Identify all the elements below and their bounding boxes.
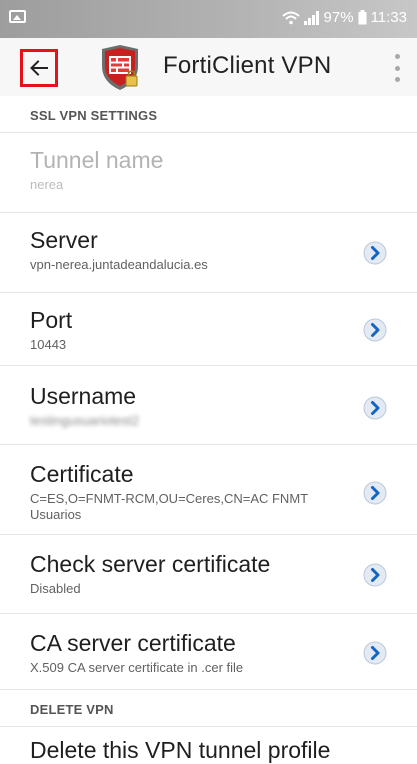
setting-check-server-certificate[interactable]: Check server certificate Disabled	[0, 535, 417, 614]
wifi-icon	[281, 11, 300, 24]
status-time: 11:33	[370, 9, 407, 26]
setting-value: X.509 CA server certificate in .cer file	[30, 660, 244, 675]
setting-value: vpn-nerea.juntadeandalucia.es	[30, 257, 208, 272]
status-bar: 97% 11:33	[0, 0, 417, 38]
setting-ca-server-certificate[interactable]: CA server certificate X.509 CA server ce…	[0, 614, 417, 690]
setting-title: Username	[30, 383, 137, 409]
setting-title: Certificate	[30, 461, 134, 487]
setting-value: testingusuariotest2	[30, 413, 140, 428]
arrow-left-icon	[30, 60, 48, 76]
chevron-right-icon	[363, 563, 387, 587]
forticlient-logo	[99, 44, 141, 92]
chevron-right-icon	[363, 641, 387, 665]
chevron-right-icon	[363, 396, 387, 420]
setting-title: Port	[30, 307, 73, 333]
app-bar: FortiClient VPN	[0, 38, 417, 96]
signal-icon	[303, 10, 319, 25]
settings-list: SSL VPN SETTINGS Tunnel name nerea Serve…	[0, 96, 417, 764]
app-title: FortiClient VPN	[163, 52, 332, 79]
setting-value: C=ES,O=FNMT-RCM,OU=Ceres,CN=AC FNMT Usua…	[30, 491, 308, 522]
image-icon	[9, 10, 26, 23]
section-header-ssl-vpn-settings: SSL VPN SETTINGS	[0, 96, 417, 133]
setting-port[interactable]: Port 10443	[0, 293, 417, 366]
setting-username[interactable]: Username testingusuariotest2	[0, 366, 417, 445]
chevron-right-icon	[363, 241, 387, 265]
setting-title: Tunnel name	[30, 147, 164, 173]
setting-title: CA server certificate	[30, 630, 236, 656]
setting-value: Disabled	[30, 581, 81, 596]
battery-percentage: 97%	[323, 9, 354, 26]
more-vertical-icon	[394, 54, 400, 59]
setting-title: Server	[30, 227, 98, 253]
overflow-menu-button[interactable]	[391, 54, 403, 82]
chevron-right-icon	[363, 481, 387, 505]
setting-server[interactable]: Server vpn-nerea.juntadeandalucia.es	[0, 213, 417, 293]
setting-certificate[interactable]: Certificate C=ES,O=FNMT-RCM,OU=Ceres,CN=…	[0, 445, 417, 535]
setting-value: 10443	[30, 337, 67, 352]
section-header-delete-vpn: DELETE VPN	[0, 690, 417, 727]
setting-title: Check server certificate	[30, 551, 271, 577]
setting-value: nerea	[30, 177, 64, 192]
delete-vpn-profile-item[interactable]: Delete this VPN tunnel profile	[0, 727, 417, 764]
chevron-right-icon	[363, 318, 387, 342]
back-button[interactable]	[20, 49, 58, 87]
battery-icon	[358, 10, 367, 25]
setting-tunnel-name: Tunnel name nerea	[0, 133, 417, 213]
